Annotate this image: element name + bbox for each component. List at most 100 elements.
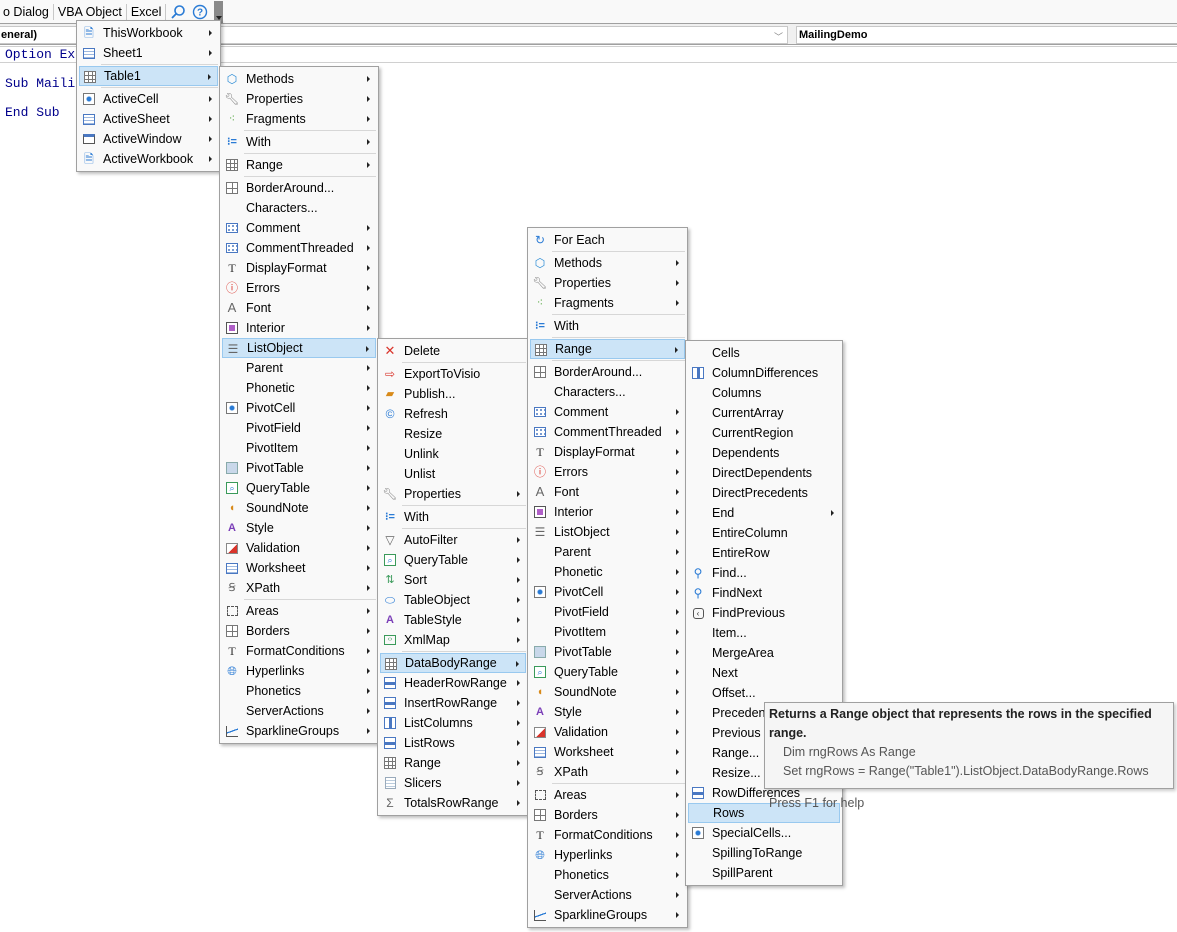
- menu-item-data-body-range[interactable]: DataBodyRange: [380, 653, 526, 673]
- menu-item-server-actions[interactable]: ServerActions: [222, 701, 376, 721]
- menu-item-comment[interactable]: Comment: [530, 402, 685, 422]
- menu-item-properties[interactable]: 🔧︎ Properties: [380, 484, 526, 504]
- menu-item-pivot-table[interactable]: PivotTable: [222, 458, 376, 478]
- menu-item-errors[interactable]: ⓘ Errors: [530, 462, 685, 482]
- menu-item-phonetic[interactable]: Phonetic: [222, 378, 376, 398]
- menu-item-query-table[interactable]: ⌕ QueryTable: [530, 662, 685, 682]
- menu-item-this-workbook[interactable]: 🗎 ThisWorkbook: [79, 23, 218, 43]
- menu-item-pivot-item[interactable]: PivotItem: [222, 438, 376, 458]
- search-icon[interactable]: [169, 3, 187, 21]
- menu-item-comment[interactable]: Comment: [222, 218, 376, 238]
- menu-item-server-actions[interactable]: ServerActions: [530, 885, 685, 905]
- menu-item-entire-row[interactable]: EntireRow: [688, 543, 840, 563]
- menu-item-query-table[interactable]: ⌕ QueryTable: [222, 478, 376, 498]
- menu-item-find-previous[interactable]: ‹ FindPrevious: [688, 603, 840, 623]
- help-icon[interactable]: ?: [191, 3, 209, 21]
- menu-item-sort[interactable]: ⇅ Sort: [380, 570, 526, 590]
- menu-item-pivot-table[interactable]: PivotTable: [530, 642, 685, 662]
- menu-item-spilling-to-range[interactable]: SpillingToRange: [688, 843, 840, 863]
- menu-item-format-conditions[interactable]: T FormatConditions: [222, 641, 376, 661]
- menu-item-fragments[interactable]: ⁖ Fragments: [222, 109, 376, 129]
- menu-item-properties[interactable]: 🔧︎ Properties: [222, 89, 376, 109]
- menu-item-fragments[interactable]: ⁖ Fragments: [530, 293, 685, 313]
- menu-item-range[interactable]: Range: [530, 339, 685, 359]
- menu-item-spill-parent[interactable]: SpillParent: [688, 863, 840, 883]
- menu-item-direct-precedents[interactable]: DirectPrecedents: [688, 483, 840, 503]
- menu-item-interior[interactable]: Interior: [222, 318, 376, 338]
- menu-item-active-cell[interactable]: ActiveCell: [79, 89, 218, 109]
- menu-item-range[interactable]: Range: [222, 155, 376, 175]
- menu-item-dependents[interactable]: Dependents: [688, 443, 840, 463]
- menu-item-style[interactable]: A Style: [530, 702, 685, 722]
- menu-item-list-rows[interactable]: ListRows: [380, 733, 526, 753]
- menu-excel[interactable]: Excel: [128, 2, 165, 22]
- menu-item-find[interactable]: ⚲ Find...: [688, 563, 840, 583]
- menu-item-current-region[interactable]: CurrentRegion: [688, 423, 840, 443]
- menu-item-worksheet[interactable]: Worksheet: [530, 742, 685, 762]
- menu-item-entire-column[interactable]: EntireColumn: [688, 523, 840, 543]
- menu-item-resize[interactable]: Resize: [380, 424, 526, 444]
- menu-item-with[interactable]: ⁝= With: [222, 132, 376, 152]
- menu-item-publish[interactable]: ▰ Publish...: [380, 384, 526, 404]
- chevron-down-icon[interactable]: ﹀: [774, 29, 783, 45]
- menu-item-next[interactable]: Next: [688, 663, 840, 683]
- menu-vba-object[interactable]: VBA Object: [55, 2, 125, 22]
- menu-item-pivot-cell[interactable]: PivotCell: [530, 582, 685, 602]
- menu-item-borders[interactable]: Borders: [222, 621, 376, 641]
- menu-item-interior[interactable]: Interior: [530, 502, 685, 522]
- menu-item-column-differences[interactable]: ColumnDifferences: [688, 363, 840, 383]
- menu-item-unlink[interactable]: Unlink: [380, 444, 526, 464]
- menu-item-auto-filter[interactable]: ▽ AutoFilter: [380, 530, 526, 550]
- menu-item-table-object[interactable]: ⬭ TableObject: [380, 590, 526, 610]
- menu-item-style[interactable]: A Style: [222, 518, 376, 538]
- menu-item-special-cells[interactable]: SpecialCells...: [688, 823, 840, 843]
- menu-item-merge-area[interactable]: MergeArea: [688, 643, 840, 663]
- menu-item-display-format[interactable]: T DisplayFormat: [530, 442, 685, 462]
- menu-item-pivot-item[interactable]: PivotItem: [530, 622, 685, 642]
- menu-item-active-workbook[interactable]: 🗎 ActiveWorkbook: [79, 149, 218, 169]
- menu-item-slicers[interactable]: Slicers: [380, 773, 526, 793]
- menu-item-list-object[interactable]: ☰ ListObject: [530, 522, 685, 542]
- menu-item-parent[interactable]: Parent: [530, 542, 685, 562]
- menu-item-header-row-range[interactable]: HeaderRowRange: [380, 673, 526, 693]
- menu-item-pivot-cell[interactable]: PivotCell: [222, 398, 376, 418]
- menu-item-xml-map[interactable]: ‹› XmlMap: [380, 630, 526, 650]
- menu-dialog[interactable]: o Dialog: [0, 2, 52, 22]
- menu-item-range[interactable]: Range: [380, 753, 526, 773]
- menu-item-export-to-visio[interactable]: ⇨ ExportToVisio: [380, 364, 526, 384]
- menu-item-find-next[interactable]: ⚲ FindNext: [688, 583, 840, 603]
- menu-item-active-sheet[interactable]: ActiveSheet: [79, 109, 218, 129]
- menu-item-pivot-field[interactable]: PivotField: [530, 602, 685, 622]
- menu-item-xpath[interactable]: Ꞩ XPath: [222, 578, 376, 598]
- menu-item-sparkline-groups[interactable]: SparklineGroups: [530, 905, 685, 925]
- menu-item-hyperlinks[interactable]: 🌐︎ Hyperlinks: [530, 845, 685, 865]
- menu-item-display-format[interactable]: T DisplayFormat: [222, 258, 376, 278]
- menu-item-borders[interactable]: Borders: [530, 805, 685, 825]
- menu-item-active-window[interactable]: ActiveWindow: [79, 129, 218, 149]
- menu-item-parent[interactable]: Parent: [222, 358, 376, 378]
- menu-item-comment-threaded[interactable]: CommentThreaded: [222, 238, 376, 258]
- menu-item-end[interactable]: End: [688, 503, 840, 523]
- menu-item-query-table[interactable]: ⌕ QueryTable: [380, 550, 526, 570]
- menu-item-sound-note[interactable]: ◖ SoundNote: [222, 498, 376, 518]
- menu-item-cells[interactable]: Cells: [688, 343, 840, 363]
- menu-item-font[interactable]: A Font: [530, 482, 685, 502]
- menu-item-columns[interactable]: Columns: [688, 383, 840, 403]
- menu-item-format-conditions[interactable]: T FormatConditions: [530, 825, 685, 845]
- menu-item-list-columns[interactable]: ListColumns: [380, 713, 526, 733]
- menu-item-for-each[interactable]: ↻ For Each: [530, 230, 685, 250]
- menu-item-worksheet[interactable]: Worksheet: [222, 558, 376, 578]
- menu-item-xpath[interactable]: Ꞩ XPath: [530, 762, 685, 782]
- menu-item-font[interactable]: A Font: [222, 298, 376, 318]
- menu-item-characters[interactable]: Characters...: [530, 382, 685, 402]
- menu-item-sound-note[interactable]: ◖ SoundNote: [530, 682, 685, 702]
- menu-item-with[interactable]: ⁝= With: [530, 316, 685, 336]
- menu-item-list-object[interactable]: ☰ ListObject: [222, 338, 376, 358]
- menu-item-characters[interactable]: Characters...: [222, 198, 376, 218]
- menu-item-methods[interactable]: ⬡ Methods: [222, 69, 376, 89]
- menu-item-delete[interactable]: ✕ Delete: [380, 341, 526, 361]
- menu-item-areas[interactable]: Areas: [530, 785, 685, 805]
- menu-item-methods[interactable]: ⬡ Methods: [530, 253, 685, 273]
- menu-item-unlist[interactable]: Unlist: [380, 464, 526, 484]
- menu-item-border-around[interactable]: BorderAround...: [222, 178, 376, 198]
